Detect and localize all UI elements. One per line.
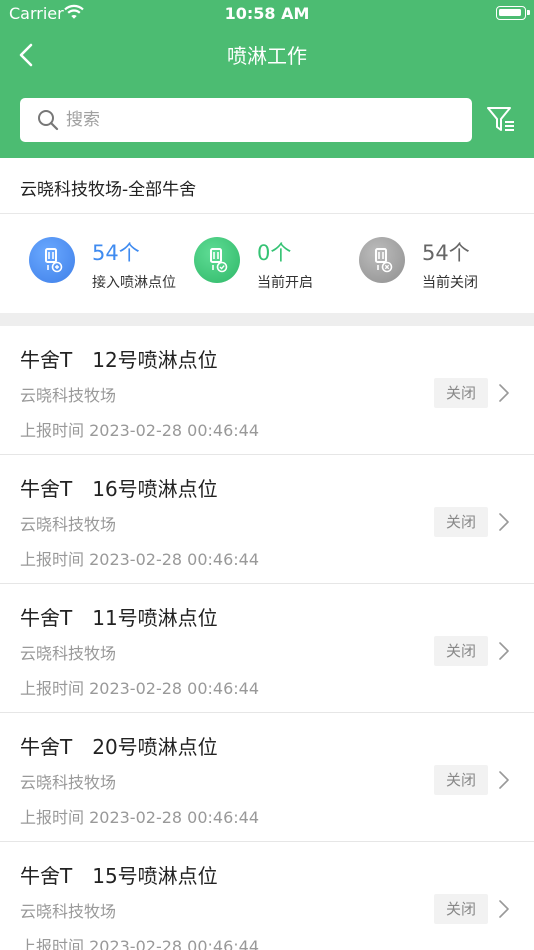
chevron-right-icon: [498, 641, 510, 665]
search-box[interactable]: [20, 98, 472, 142]
stats-panel: 54个 接入喷淋点位 0个 当前开启 54个 当前关闭: [0, 215, 534, 313]
list-item[interactable]: 牛舍T 20号喷淋点位云晓科技牧场上报时间 2023-02-28 00:46:4…: [0, 713, 534, 842]
item-farm: 云晓科技牧场: [20, 902, 117, 921]
stat-value-on: 0个: [257, 241, 292, 265]
section-divider: [0, 313, 534, 326]
list-item[interactable]: 牛舍T 11号喷淋点位云晓科技牧场上报时间 2023-02-28 00:46:4…: [0, 584, 534, 713]
stat-value-connected: 54个: [92, 241, 140, 265]
item-farm: 云晓科技牧场: [20, 644, 117, 663]
item-title: 牛舍T 20号喷淋点位: [20, 735, 218, 759]
item-report-time: 上报时间 2023-02-28 00:46:44: [20, 421, 260, 440]
item-report-time: 上报时间 2023-02-28 00:46:44: [20, 808, 260, 827]
app-header: Carrier 10:58 AM 喷淋工作: [0, 0, 534, 158]
status-badge: 关闭: [434, 636, 488, 666]
device-connected-icon: [29, 237, 75, 283]
sprinkler-list: 牛舍T 12号喷淋点位 云晓科技牧场 上报时间 2023-02-28 00:46:4…: [0, 326, 534, 950]
farm-selector[interactable]: 云晓科技牧场-全部牛舍: [0, 158, 534, 214]
stat-label-connected: 接入喷淋点位: [92, 275, 176, 291]
device-on-icon: [194, 237, 240, 283]
list-item[interactable]: 牛舍T 15号喷淋点位云晓科技牧场上报时间 2023-02-28 00:46:4…: [0, 842, 534, 950]
status-bar: Carrier 10:58 AM: [0, 0, 534, 28]
page-title: 喷淋工作: [227, 44, 307, 68]
stat-label-off: 当前关闭: [422, 275, 478, 291]
chevron-right-icon: [498, 899, 510, 923]
stat-value-off: 54个: [422, 241, 470, 265]
farm-title: 云晓科技牧场-全部牛舍: [20, 180, 197, 200]
item-report-time: 上报时间 2023-02-28 00:46:44: [20, 937, 260, 950]
filter-button[interactable]: [486, 104, 516, 136]
device-off-icon: [359, 237, 405, 283]
item-title: 牛舍T 15号喷淋点位: [20, 864, 218, 888]
search-input[interactable]: [66, 98, 456, 142]
search-icon: [37, 109, 59, 135]
status-time: 10:58 AM: [224, 4, 310, 23]
item-title: 牛舍T 16号喷淋点位: [20, 477, 218, 501]
chevron-right-icon: [498, 770, 510, 794]
status-badge: 关闭: [434, 765, 488, 795]
chevron-right-icon: [498, 512, 510, 536]
item-report-time: 上报时间 2023-02-28 00:46:44: [20, 679, 260, 698]
stat-label-on: 当前开启: [257, 275, 313, 291]
item-title: 牛舍T 11号喷淋点位: [20, 606, 218, 630]
item-farm: 云晓科技牧场: [20, 386, 117, 405]
status-badge: 关闭: [434, 507, 488, 537]
chevron-right-icon: [498, 383, 510, 407]
battery-icon: [496, 6, 530, 20]
item-report-time: 上报时间 2023-02-28 00:46:44: [20, 550, 260, 569]
item-farm: 云晓科技牧场: [20, 773, 117, 792]
status-badge: 关闭: [434, 378, 488, 408]
list-item[interactable]: 牛舍T 16号喷淋点位云晓科技牧场上报时间 2023-02-28 00:46:4…: [0, 455, 534, 584]
filter-icon: [487, 107, 514, 131]
item-title: 牛舍T 12号喷淋点位: [20, 348, 218, 372]
item-farm: 云晓科技牧场: [20, 515, 117, 534]
status-badge: 关闭: [434, 894, 488, 924]
list-item[interactable]: 牛舍T 12号喷淋点位云晓科技牧场上报时间 2023-02-28 00:46:4…: [0, 326, 534, 455]
